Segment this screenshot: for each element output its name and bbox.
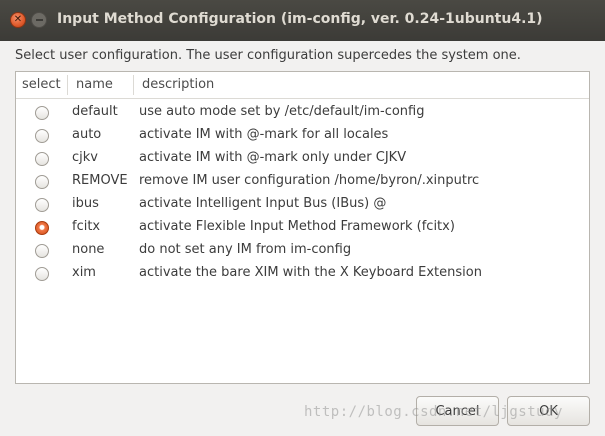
config-name: fcitx — [72, 219, 101, 234]
radio-button[interactable] — [35, 175, 49, 189]
config-name: none — [72, 242, 105, 257]
column-header-select[interactable]: select — [22, 77, 61, 94]
radio-button[interactable] — [35, 129, 49, 143]
config-name: auto — [72, 127, 102, 142]
radio-button[interactable] — [35, 221, 49, 235]
config-name: ibus — [72, 196, 99, 211]
config-description: do not set any IM from im-config — [139, 242, 352, 257]
config-description: activate the bare XIM with the X Keyboar… — [139, 265, 482, 280]
column-divider — [67, 75, 68, 95]
title-bar[interactable]: ✕ Input Method Configuration (im-config,… — [0, 0, 605, 41]
list-item[interactable]: auto activate IM with @-mark for all loca… — [16, 125, 589, 148]
config-name: default — [72, 104, 118, 119]
radio-button[interactable] — [35, 244, 49, 258]
list-item[interactable]: none do not set any IM from im-config — [16, 240, 589, 263]
config-description: activate Flexible Input Method Framework… — [139, 219, 455, 234]
config-name: xim — [72, 265, 96, 280]
list-item[interactable]: cjkv activate IM with @-mark only under C… — [16, 148, 589, 171]
radio-button[interactable] — [35, 267, 49, 281]
radio-button[interactable] — [35, 152, 49, 166]
watermark-text: http://blog.csdn.net/ljgstudy — [304, 404, 563, 420]
configuration-list[interactable]: select name description default use auto … — [15, 71, 590, 384]
config-name: cjkv — [72, 150, 98, 165]
list-header: select name description — [16, 72, 589, 99]
column-divider — [133, 75, 134, 95]
config-description: activate IM with @-mark for all locales — [139, 127, 389, 142]
config-description: activate Intelligent Input Bus (IBus) @ — [139, 196, 387, 211]
window-title: Input Method Configuration (im-config, v… — [57, 11, 543, 27]
config-description: use auto mode set by /etc/default/im-con… — [139, 104, 425, 119]
config-description: remove IM user configuration /home/byron… — [139, 173, 480, 188]
list-item[interactable]: fcitx activate Flexible Input Method Fram… — [16, 217, 589, 240]
dialog-window: ✕ Input Method Configuration (im-config,… — [0, 0, 605, 436]
radio-button[interactable] — [35, 198, 49, 212]
column-header-name[interactable]: name — [76, 77, 113, 94]
list-item[interactable]: REMOVE remove IM user configuration /home… — [16, 171, 589, 194]
instruction-label: Select user configuration. The user conf… — [15, 48, 521, 63]
column-header-description[interactable]: description — [142, 77, 214, 94]
config-name: REMOVE — [72, 173, 128, 188]
close-icon[interactable]: ✕ — [10, 12, 26, 28]
config-description: activate IM with @-mark only under CJKV — [139, 150, 407, 165]
list-item[interactable]: default use auto mode set by /etc/default… — [16, 102, 589, 125]
radio-button[interactable] — [35, 106, 49, 120]
minimize-icon[interactable] — [31, 12, 47, 28]
list-item[interactable]: xim activate the bare XIM with the X Keyb… — [16, 263, 589, 286]
list-item[interactable]: ibus activate Intelligent Input Bus (IBus… — [16, 194, 589, 217]
